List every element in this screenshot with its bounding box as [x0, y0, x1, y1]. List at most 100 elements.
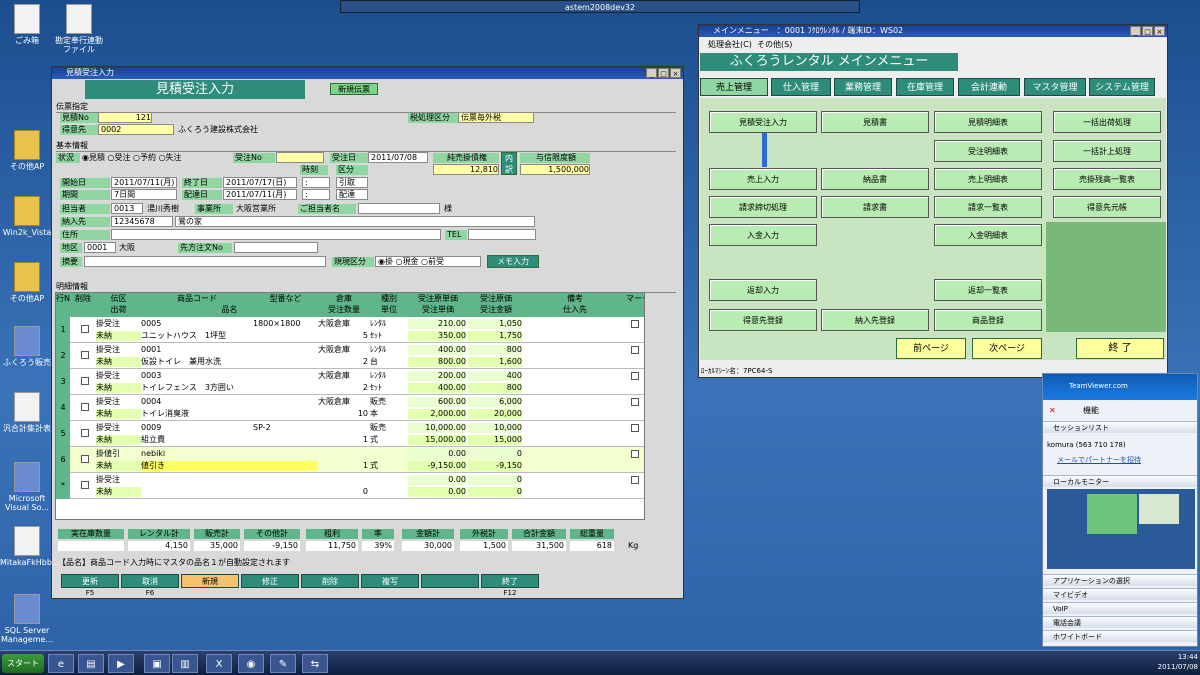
cell-qty[interactable]: 2 [318, 357, 368, 367]
tel-field[interactable] [468, 229, 536, 240]
cell-name[interactable]: トイレ消臭液 [141, 409, 318, 419]
delete-checkbox[interactable] [81, 403, 89, 411]
fkey-5[interactable]: 複写 [361, 574, 419, 588]
tv-local-monitor[interactable]: ローカルモニター [1043, 475, 1197, 487]
cell-kingaku[interactable]: 20,000 [468, 409, 522, 419]
delete-checkbox[interactable] [81, 429, 89, 437]
close-icon[interactable]: × [1154, 26, 1165, 36]
table-row[interactable]: 5 掛受注 0009 SP-2 販売 10,000.00 10,000 未納 組立費 1 式 15,0… [56, 421, 644, 447]
cell-tanka[interactable]: 350.00 [408, 331, 466, 341]
menu-button-1[interactable]: 見積書 [821, 111, 929, 133]
cell-den[interactable]: 掛受注 [96, 319, 141, 329]
menu-button-5[interactable]: 一括計上処理 [1053, 140, 1161, 162]
nonyu-name-field[interactable]: 鶯の家 [175, 216, 535, 227]
menu-button-10[interactable]: 請求締切処理 [709, 196, 817, 218]
fkey-1[interactable]: 取消 [121, 574, 179, 588]
delete-checkbox[interactable] [81, 351, 89, 359]
fkey-4[interactable]: 削除 [301, 574, 359, 588]
cell-soko[interactable]: 大阪倉庫 [318, 319, 370, 329]
cell-ship[interactable]: 未納 [96, 357, 141, 367]
tv-section-3[interactable]: 電話会議 [1043, 616, 1197, 628]
naiyaku-button[interactable]: 内訳 [501, 152, 517, 175]
haitatsu-field[interactable]: 2011/07/11(月) [223, 189, 297, 200]
cell-qty[interactable]: 0 [318, 487, 368, 497]
folder-icon[interactable]: ▤ [78, 654, 104, 673]
menubar-company[interactable]: 処理会社(C) [708, 40, 752, 50]
cell-name[interactable]: 値引き [141, 461, 318, 471]
mark-checkbox[interactable] [631, 424, 639, 432]
tv-invite-link[interactable]: メールでパートナーを招待 [1057, 455, 1141, 465]
cell-tanka[interactable]: 800.00 [408, 357, 466, 367]
mark-checkbox[interactable] [631, 450, 639, 458]
menu-window-titlebar[interactable]: メインメニュー ：0001 ﾌｸﾛｳﾚﾝﾀﾙ / 端末ID：WS02 _ □ × [699, 25, 1167, 37]
menu-button-0[interactable]: 見積受注入力 [709, 111, 817, 133]
tv-section-0[interactable]: アプリケーションの選択 [1043, 574, 1197, 586]
tab-4[interactable]: 会計連動 [958, 78, 1020, 96]
fkey-3[interactable]: 修正 [241, 574, 299, 588]
menu-button-15[interactable]: 入金明細表 [934, 224, 1042, 246]
cell-qty[interactable]: 10 [318, 409, 368, 419]
cell-kingaku[interactable]: 800 [468, 383, 522, 393]
cell-gtanka[interactable]: 0.00 [408, 449, 466, 459]
cell-shu[interactable]: 販売 [370, 423, 408, 433]
cell-shu[interactable]: ﾚﾝﾀﾙ [370, 371, 408, 381]
cell-qty[interactable]: 5 [318, 331, 368, 341]
close-icon[interactable]: × [670, 68, 681, 78]
menu-button-8[interactable]: 売上明細表 [934, 168, 1042, 190]
juchu-bi-field[interactable]: 2011/07/08 [368, 152, 428, 163]
delete-checkbox[interactable] [81, 325, 89, 333]
cell-shu[interactable]: ﾚﾝﾀﾙ [370, 345, 408, 355]
tv-section-4[interactable]: ホワイトボード [1043, 630, 1197, 642]
tanto-code-field[interactable]: 0013 [111, 203, 143, 214]
cell-qty[interactable]: 2 [318, 383, 368, 393]
cell-code[interactable]: 0004 [141, 397, 253, 407]
cell-shu[interactable]: ﾚﾝﾀﾙ [370, 319, 408, 329]
app-icon[interactable]: ▥ [172, 654, 198, 673]
cell-code[interactable]: 0003 [141, 371, 253, 381]
desktop-icon-0[interactable]: ごみ箱 [0, 4, 54, 45]
cell-gtanka[interactable]: 400.00 [408, 345, 466, 355]
desktop-icon-7[interactable]: Microsoft Visual So... [0, 462, 54, 512]
cell-unit[interactable]: 台 [370, 357, 408, 367]
delete-checkbox[interactable] [81, 455, 89, 463]
maximize-icon[interactable]: □ [658, 68, 669, 78]
cell-unit[interactable]: 式 [370, 435, 408, 445]
time-field-2[interactable]: : [302, 189, 330, 200]
cell-code[interactable]: 0005 [141, 319, 253, 329]
mark-checkbox[interactable] [631, 320, 639, 328]
cell-tanka[interactable]: 0.00 [408, 487, 466, 497]
mark-checkbox[interactable] [631, 476, 639, 484]
menu-button-17[interactable]: 返却一覧表 [934, 279, 1042, 301]
cell-den[interactable]: 掛受注 [96, 475, 141, 485]
cell-den[interactable]: 掛受注 [96, 397, 141, 407]
menu-button-4[interactable]: 受注明細表 [934, 140, 1042, 162]
desktop-icon-4[interactable]: その他AP [0, 262, 54, 303]
table-row[interactable]: 4 掛受注 0004 大阪倉庫 販売 600.00 6,000 未納 トイレ消臭液 10 本 2,00… [56, 395, 644, 421]
chiku-code-field[interactable]: 0001 [84, 242, 116, 253]
menu-button-2[interactable]: 見積明細表 [934, 111, 1042, 133]
tab-6[interactable]: システム管理 [1089, 78, 1155, 96]
quote-window-titlebar[interactable]: 見積受注入力 _ □ × [52, 67, 683, 79]
cell-name[interactable]: ユニットハウス 1坪型 [141, 331, 318, 341]
menu-button-20[interactable]: 商品登録 [934, 309, 1042, 331]
cell-genka[interactable]: 800 [468, 345, 522, 355]
tab-1[interactable]: 仕入管理 [771, 78, 831, 96]
menu-button-7[interactable]: 納品書 [821, 168, 929, 190]
menubar-other[interactable]: その他(S) [757, 40, 792, 50]
delete-checkbox[interactable] [81, 481, 89, 489]
cell-kata[interactable]: 1800×1800 [253, 319, 318, 329]
cell-name[interactable]: 仮設トイレ 兼用水洗 [141, 357, 318, 367]
fkey-6[interactable] [421, 574, 479, 588]
kikan-field[interactable]: 7日間 [111, 189, 177, 200]
fkey-0[interactable]: 更新 [61, 574, 119, 588]
go-tanto-field[interactable] [358, 203, 440, 214]
minimize-icon[interactable]: _ [646, 68, 657, 78]
cell-qty[interactable]: 1 [318, 461, 368, 471]
cell-kata[interactable]: SP-2 [253, 423, 318, 433]
menu-button-11[interactable]: 請求書 [821, 196, 929, 218]
table-row[interactable]: 6 掛値引 nebiki 0.00 0 未納 値引き 1 式 -9,150.00 -9,150 [56, 447, 644, 473]
cell-genka[interactable]: 10,000 [468, 423, 522, 433]
status-radio-group[interactable]: ◉見積 ○受注 ○予約 ○失注 [82, 153, 182, 163]
cell-code[interactable]: 0009 [141, 423, 253, 433]
cell-code[interactable]: nebiki [141, 449, 253, 459]
